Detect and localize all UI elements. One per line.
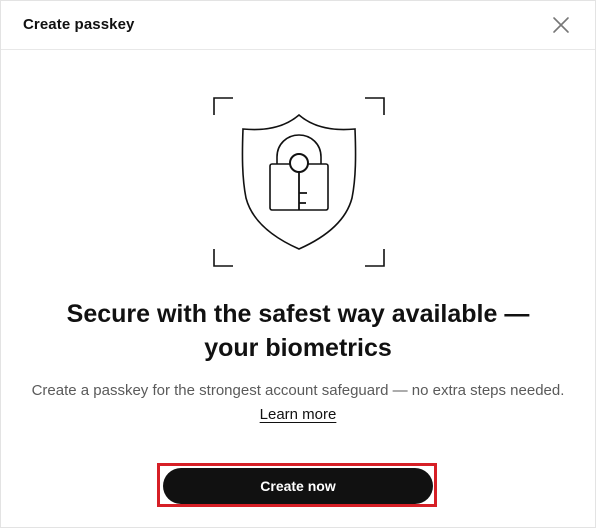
headline-line-1: Secure with the safest way available — xyxy=(66,300,530,328)
create-now-button[interactable]: Create now xyxy=(163,468,433,504)
headline-line-2: your biometrics xyxy=(204,334,392,362)
create-passkey-dialog: Create passkey Secure with the safest wa… xyxy=(0,0,596,528)
description-text: Create a passkey for the strongest accou… xyxy=(31,382,565,399)
description: Create a passkey for the strongest accou… xyxy=(31,379,565,427)
shield-lock-key-icon xyxy=(211,95,387,271)
learn-more-link[interactable]: Learn more xyxy=(260,406,337,423)
dialog-header: Create passkey xyxy=(1,1,595,50)
dialog-title: Create passkey xyxy=(23,16,135,33)
close-icon[interactable] xyxy=(551,15,571,35)
headline: Secure with the safest way available — y… xyxy=(21,297,575,365)
